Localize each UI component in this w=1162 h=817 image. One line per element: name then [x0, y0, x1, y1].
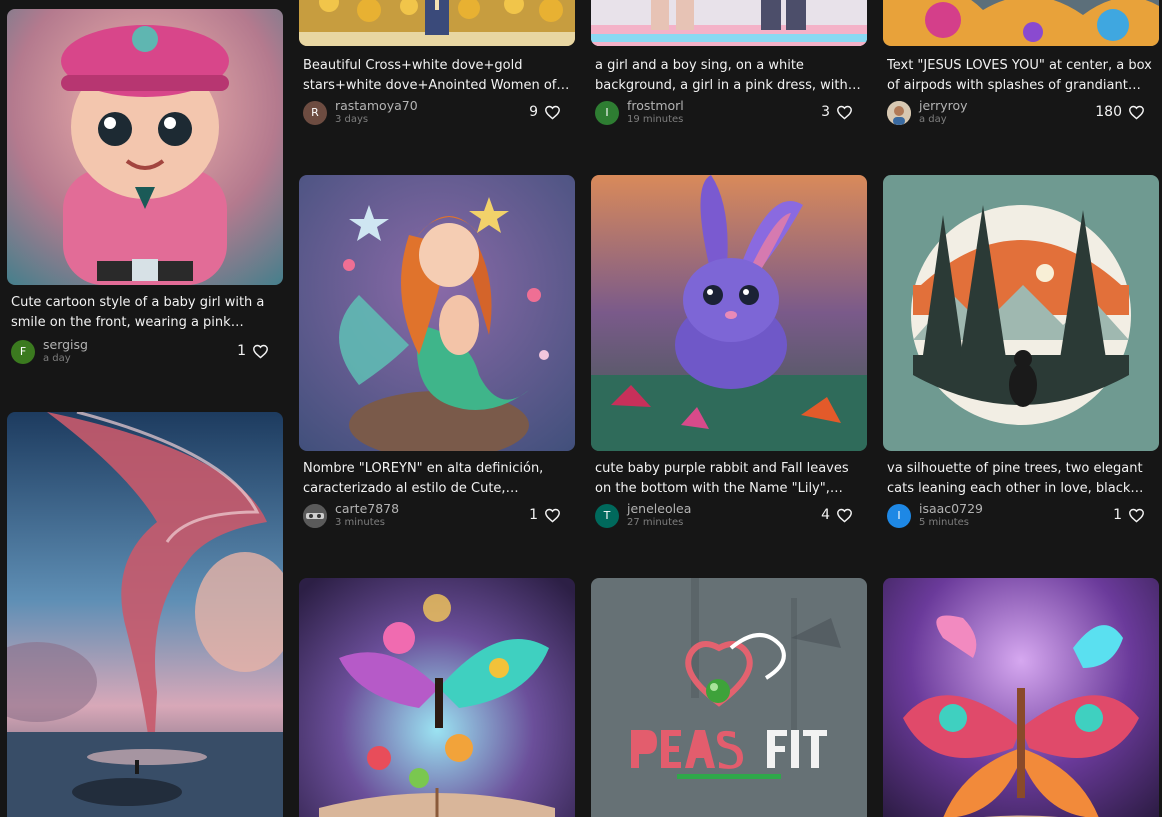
card-meta: jerryroy a day 180: [887, 98, 1159, 127]
username[interactable]: jerryroy: [919, 98, 968, 113]
heart-outline-icon[interactable]: [1128, 104, 1145, 121]
timestamp: a day: [919, 114, 947, 125]
like-button[interactable]: 180: [1095, 101, 1145, 123]
card-caption[interactable]: cute baby purple rabbit and Fall leaves …: [595, 459, 863, 498]
heart-outline-icon[interactable]: [544, 104, 561, 121]
like-button[interactable]: 9: [529, 101, 561, 123]
card-caption[interactable]: Cute cartoon style of a baby girl with a…: [11, 293, 279, 332]
timestamp: 3 minutes: [335, 517, 386, 528]
like-count: 1: [1113, 507, 1122, 523]
card-meta: I frostmorl 19 minutes 3: [595, 98, 867, 127]
like-button[interactable]: 1: [529, 504, 561, 526]
heart-outline-icon[interactable]: [252, 343, 269, 360]
timestamp: 3 days: [335, 114, 369, 125]
username[interactable]: jeneleolea: [627, 501, 691, 516]
timestamp: 5 minutes: [919, 517, 970, 528]
like-count: 1: [529, 507, 538, 523]
like-count: 180: [1095, 104, 1122, 120]
username[interactable]: frostmorl: [627, 98, 684, 113]
image-thumbnail-cross-dove[interactable]: [299, 0, 575, 46]
card-meta: carte7878 3 minutes 1: [303, 501, 575, 530]
avatar[interactable]: I: [595, 101, 619, 125]
image-thumbnail-butterflies-book[interactable]: [883, 578, 1159, 817]
image-thumbnail-girl-boy-sing[interactable]: [591, 0, 867, 46]
heart-outline-icon[interactable]: [836, 507, 853, 524]
like-count: 9: [529, 104, 538, 120]
image-thumbnail-airpods-paint[interactable]: [883, 0, 1159, 46]
timestamp: 19 minutes: [627, 114, 684, 125]
like-button[interactable]: 1: [1113, 504, 1145, 526]
avatar[interactable]: T: [595, 504, 619, 528]
avatar[interactable]: I: [887, 504, 911, 528]
avatar[interactable]: [303, 504, 327, 528]
image-thumbnail-peas-n-fit-logo[interactable]: [591, 578, 867, 817]
image-gallery: Cute cartoon style of a baby girl with a…: [0, 0, 1162, 817]
like-button[interactable]: 3: [821, 101, 853, 123]
image-thumbnail-butterfly-book[interactable]: [299, 578, 575, 817]
card-caption[interactable]: Beautiful Cross+white dove+gold stars+wh…: [303, 56, 571, 95]
avatar[interactable]: [887, 101, 911, 125]
card-meta: I isaac0729 5 minutes 1: [887, 501, 1159, 530]
image-thumbnail-fantasy-tornado[interactable]: [7, 412, 283, 817]
like-count: 3: [821, 104, 830, 120]
image-thumbnail-purple-rabbit[interactable]: [591, 175, 867, 451]
card-meta: T jeneleolea 27 minutes 4: [595, 501, 867, 530]
user-photo-icon: [303, 504, 327, 528]
timestamp: 27 minutes: [627, 517, 684, 528]
like-count: 4: [821, 507, 830, 523]
timestamp: a day: [43, 353, 71, 364]
card-caption[interactable]: a girl and a boy sing, on a white backgr…: [595, 56, 863, 95]
heart-outline-icon[interactable]: [544, 507, 561, 524]
image-thumbnail-pine-trees-cats[interactable]: [883, 175, 1159, 451]
username[interactable]: sergisg: [43, 337, 88, 352]
card-caption[interactable]: Text "JESUS LOVES YOU" at center, a box …: [887, 56, 1155, 95]
image-thumbnail-baby-police-girl[interactable]: [7, 9, 283, 285]
user-photo-icon: [887, 101, 911, 125]
card-meta: F sergisg a day 1: [11, 337, 283, 366]
image-thumbnail-mermaid[interactable]: [299, 175, 575, 451]
username[interactable]: rastamoya70: [335, 98, 418, 113]
heart-outline-icon[interactable]: [836, 104, 853, 121]
card-meta: R rastamoya70 3 days 9: [303, 98, 575, 127]
like-count: 1: [237, 343, 246, 359]
avatar[interactable]: R: [303, 101, 327, 125]
like-button[interactable]: 4: [821, 504, 853, 526]
card-caption[interactable]: Nombre "LOREYN" en alta definición, cara…: [303, 459, 571, 498]
heart-outline-icon[interactable]: [1128, 507, 1145, 524]
username[interactable]: carte7878: [335, 501, 399, 516]
username[interactable]: isaac0729: [919, 501, 983, 516]
like-button[interactable]: 1: [237, 340, 269, 362]
avatar[interactable]: F: [11, 340, 35, 364]
card-caption[interactable]: va silhouette of pine trees, two elegant…: [887, 459, 1155, 498]
